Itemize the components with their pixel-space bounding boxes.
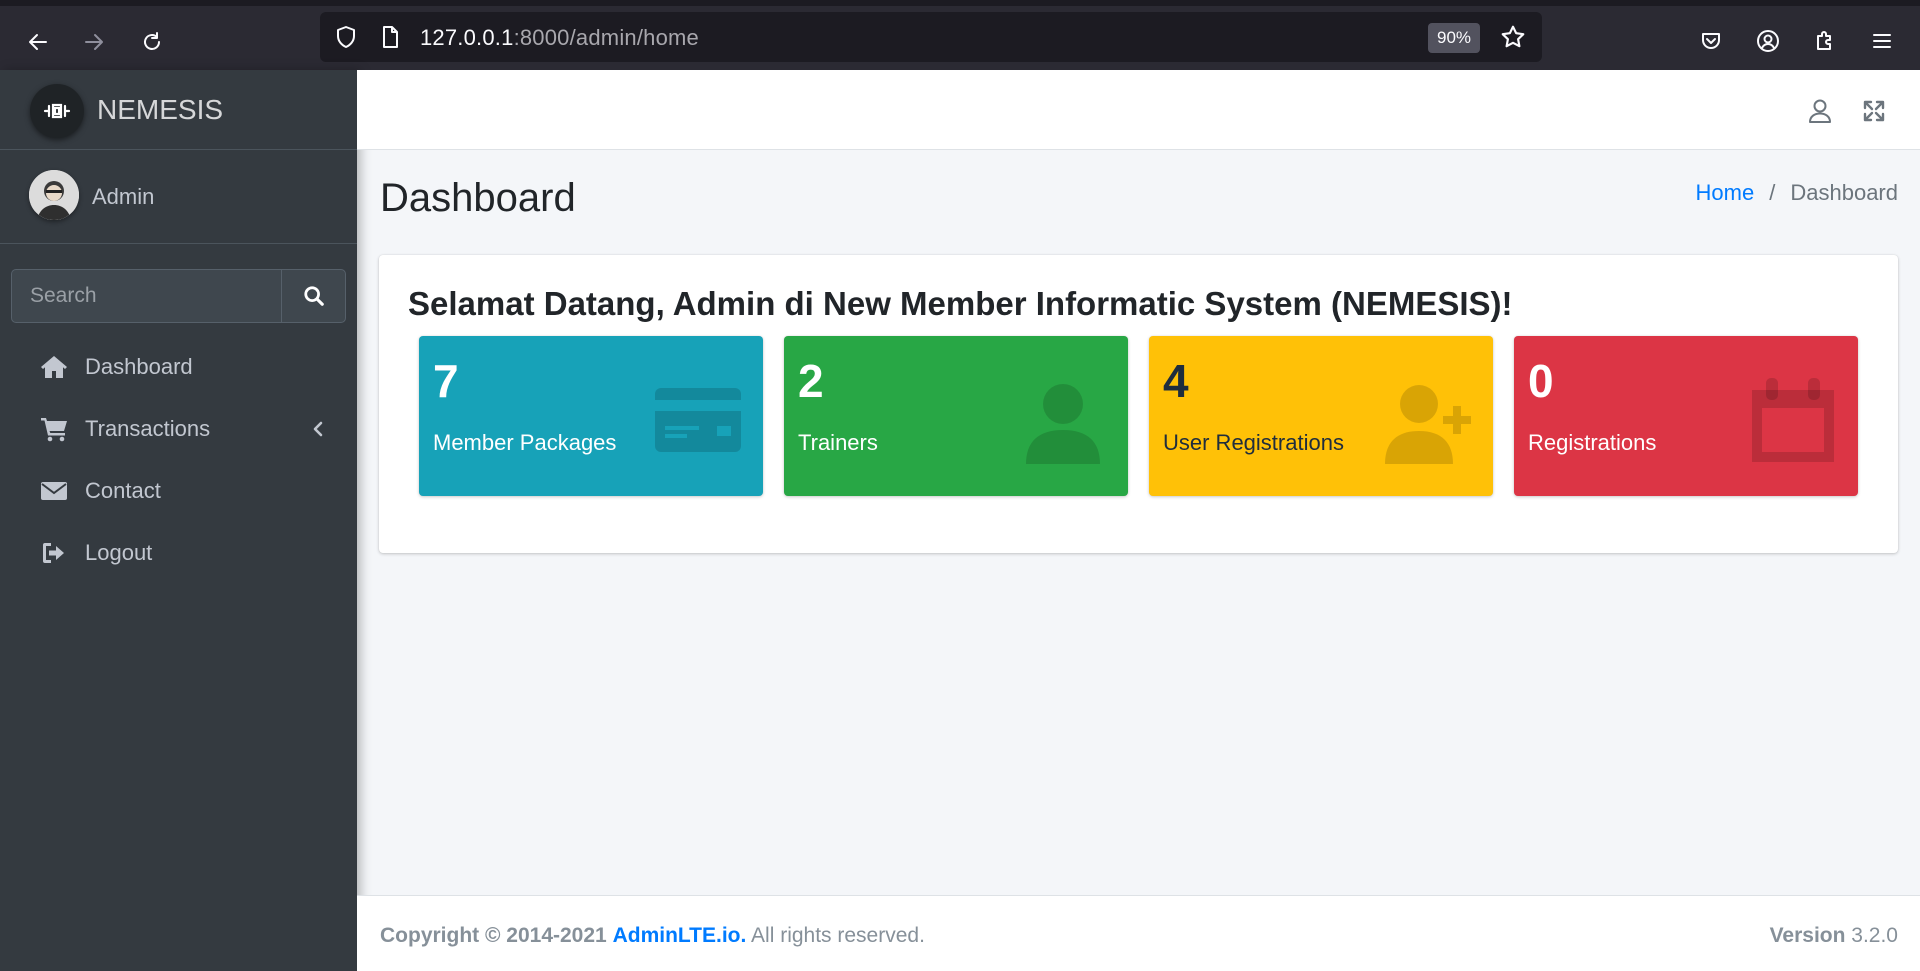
main-sidebar: NEMESIS Admin Dashboard <box>0 70 357 971</box>
chevron-left-icon[interactable] <box>310 420 326 438</box>
hamburger-icon <box>1873 34 1891 48</box>
pocket-icon <box>1702 33 1720 49</box>
user-name[interactable]: Admin <box>92 184 154 210</box>
copyright-text: Copyright © 2014-2021 <box>380 924 607 947</box>
account-button[interactable] <box>1753 26 1783 56</box>
bookmark-star-icon[interactable] <box>1500 24 1526 50</box>
fullscreen-button[interactable] <box>1859 96 1889 126</box>
stat-value: 0 <box>1528 355 1554 407</box>
credit-card-icon <box>655 388 741 452</box>
page-icon[interactable] <box>378 25 402 49</box>
search-button[interactable] <box>281 269 346 323</box>
sidebar-item-label: Logout <box>85 540 153 565</box>
user-panel: Admin <box>0 150 357 244</box>
search-input[interactable] <box>11 269 281 323</box>
sidebar-item-contact[interactable]: Contact <box>11 460 346 522</box>
footer-copyright: Copyright © 2014-2021 AdminLTE.io. All r… <box>380 924 925 948</box>
sidebar-item-label: Transactions <box>85 416 211 441</box>
avatar[interactable] <box>29 170 79 220</box>
breadcrumb-separator: / <box>1769 180 1776 205</box>
sidebar-menu: Dashboard Transactions Contact Logout <box>11 336 346 584</box>
envelope-icon <box>37 474 71 508</box>
footer-version: Version 3.2.0 <box>1770 924 1898 948</box>
breadcrumb-current: Dashboard <box>1790 180 1898 205</box>
adminlte-link[interactable]: AdminLTE.io. <box>613 924 747 947</box>
zoom-badge[interactable]: 90% <box>1428 23 1481 53</box>
stat-value: 4 <box>1163 355 1189 407</box>
top-navbar <box>357 70 1920 150</box>
user-icon <box>1026 384 1100 464</box>
home-icon <box>37 350 71 384</box>
sidebar-item-dashboard[interactable]: Dashboard <box>11 336 346 398</box>
shield-icon[interactable] <box>334 25 358 49</box>
url-text[interactable]: 127.0.0.1:8000/admin/home <box>420 25 699 51</box>
user-plus-icon <box>1385 385 1471 464</box>
arrow-left-icon <box>29 34 47 50</box>
page-title: Dashboard <box>380 176 576 220</box>
stat-label: User Registrations <box>1163 430 1344 455</box>
app-menu-button[interactable] <box>1867 26 1897 56</box>
sidebar-item-transactions[interactable]: Transactions <box>11 398 346 460</box>
account-icon <box>1757 30 1779 52</box>
puzzle-icon <box>1817 31 1831 50</box>
main-footer: Copyright © 2014-2021 AdminLTE.io. All r… <box>357 895 1920 971</box>
version-number: 3.2.0 <box>1851 924 1898 947</box>
version-label: Version <box>1769 924 1846 947</box>
extensions-button[interactable] <box>1810 26 1840 56</box>
pocket-button[interactable] <box>1696 26 1726 56</box>
sign-out-icon <box>37 536 71 570</box>
brand-text: NEMESIS <box>97 94 224 125</box>
stat-value: 2 <box>798 355 824 407</box>
welcome-card: Selamat Datang, Admin di New Member Info… <box>379 255 1898 553</box>
sidebar-item-label: Contact <box>85 478 161 503</box>
welcome-heading: Selamat Datang, Admin di New Member Info… <box>408 285 1513 322</box>
stat-value: 7 <box>433 355 459 407</box>
stat-box-user-registrations[interactable]: 4 User Registrations <box>1149 336 1493 496</box>
arrow-right-icon <box>85 34 103 50</box>
forward-button[interactable] <box>74 22 114 62</box>
cart-icon <box>37 412 71 446</box>
breadcrumb-home-link[interactable]: Home <box>1696 180 1755 206</box>
search-icon <box>303 286 324 306</box>
sidebar-item-logout[interactable]: Logout <box>11 522 346 584</box>
content-header: Dashboard Home / Dashboard <box>357 150 1920 250</box>
rights-text: All rights reserved. <box>751 924 925 947</box>
calendar-icon <box>1752 378 1834 462</box>
stat-label: Member Packages <box>433 430 617 455</box>
brand-link[interactable]: NEMESIS <box>0 70 357 150</box>
reload-icon <box>144 32 160 50</box>
sidebar-item-label: Dashboard <box>85 354 193 379</box>
browser-toolbar: 127.0.0.1:8000/admin/home 90% <box>0 0 1920 70</box>
brand-logo-icon <box>30 84 84 138</box>
reload-button[interactable] <box>132 22 172 62</box>
back-button[interactable] <box>18 22 58 62</box>
user-menu-button[interactable] <box>1805 96 1835 126</box>
stat-box-member-packages[interactable]: 7 Member Packages <box>419 336 763 496</box>
url-bar[interactable]: 127.0.0.1:8000/admin/home 90% <box>320 12 1542 62</box>
user-outline-icon <box>1809 99 1831 123</box>
sidebar-search <box>11 269 346 323</box>
stat-label: Trainers <box>798 430 878 455</box>
stat-box-registrations[interactable]: 0 Registrations <box>1514 336 1858 496</box>
stat-label: Registrations <box>1528 430 1657 455</box>
stat-box-trainers[interactable]: 2 Trainers <box>784 336 1128 496</box>
breadcrumb: Home / Dashboard <box>1696 180 1898 206</box>
expand-arrows-icon <box>1863 100 1885 122</box>
